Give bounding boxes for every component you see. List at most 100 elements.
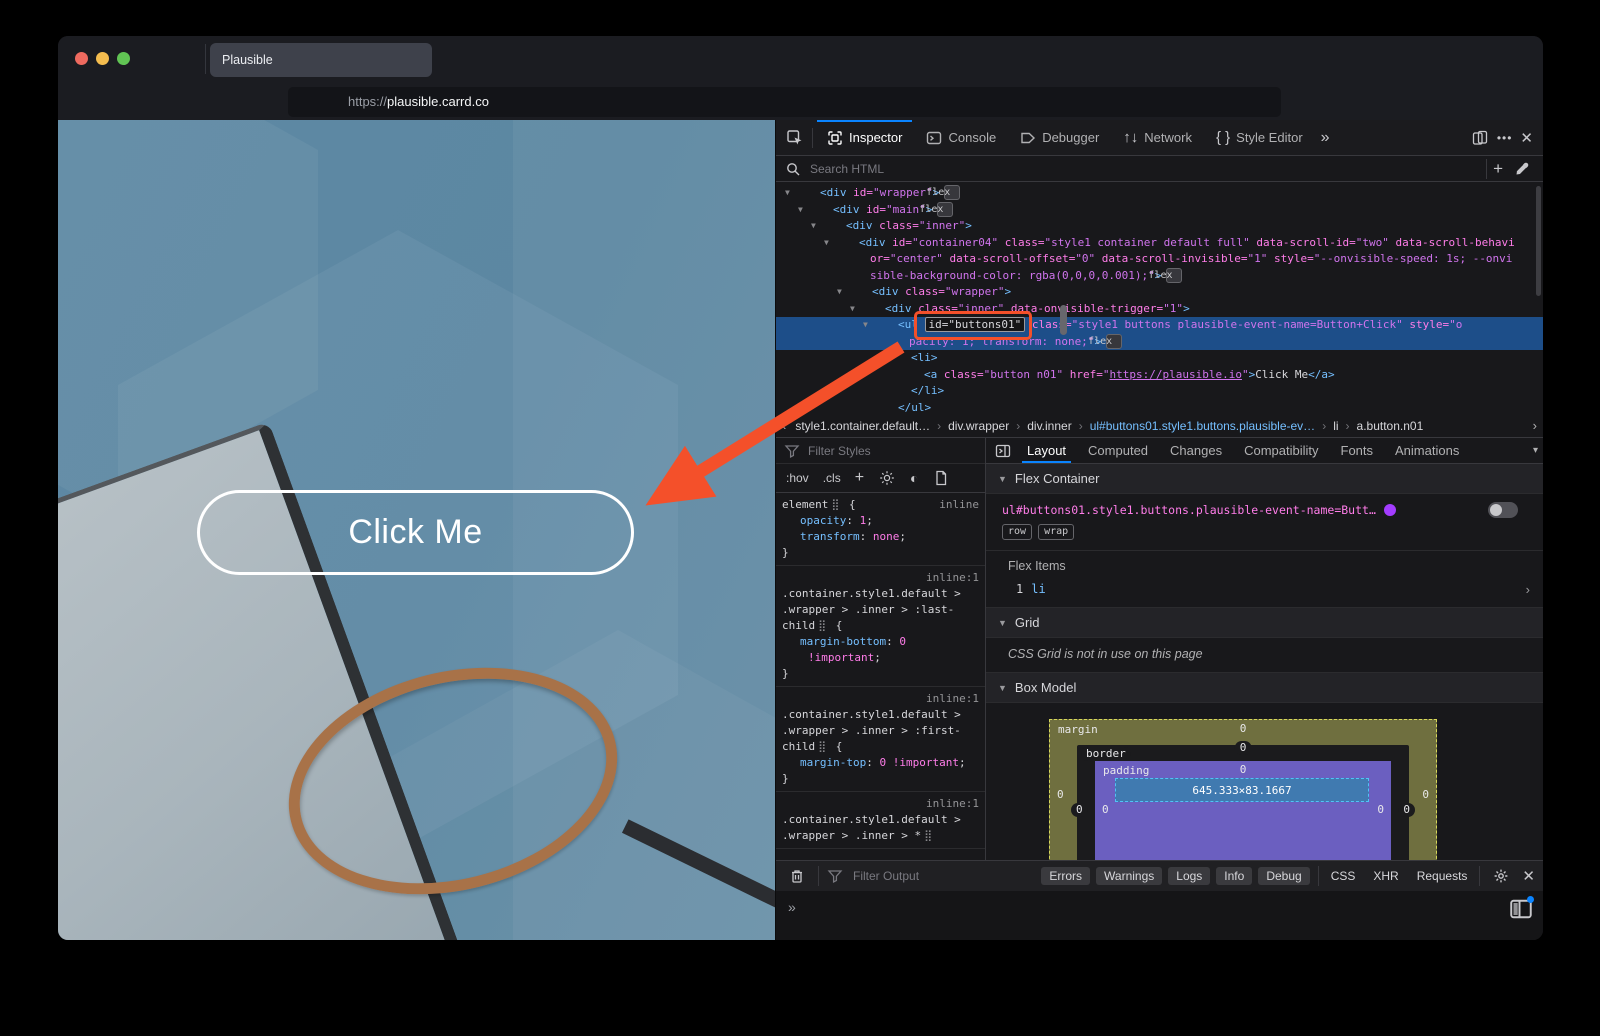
class-toggle[interactable]: .cls: [823, 471, 841, 485]
flex-badge[interactable]: flex: [937, 202, 953, 217]
console-filter-logs[interactable]: Logs: [1168, 867, 1210, 885]
search-html-input[interactable]: [808, 161, 1480, 177]
markup-line[interactable]: ▼<div id="wrapper">flex: [776, 185, 1543, 202]
sidebar-tab-animations[interactable]: Animations: [1384, 438, 1470, 463]
expander-icon[interactable]: ▼: [808, 185, 820, 202]
markup-line[interactable]: ▼<ul id="buttons01" class="style1 button…: [776, 317, 1543, 350]
console-filter-info[interactable]: Info: [1216, 867, 1252, 885]
markup-line[interactable]: ▼<div class="inner">: [776, 218, 1543, 235]
zoom-window-button[interactable]: [117, 52, 130, 65]
flex-highlight-color-swatch[interactable]: [1384, 504, 1396, 516]
rules-scrollbar[interactable]: [1060, 305, 1067, 335]
markup-line[interactable]: </ul>: [776, 400, 1543, 415]
box-model-border[interactable]: border 0 0 0 padding 0 0 0 0: [1077, 745, 1409, 860]
console-input-area[interactable]: »: [776, 891, 1543, 940]
expander-icon[interactable]: ▼: [860, 284, 872, 301]
rule-origin-link[interactable]: inline: [939, 497, 979, 513]
border-left-value[interactable]: 0: [1071, 803, 1088, 817]
box-model-content[interactable]: 645.333×83.1667: [1115, 778, 1369, 802]
breadcrumb-item[interactable]: div.inner: [1027, 419, 1071, 433]
console-filter-css[interactable]: CSS: [1327, 867, 1360, 885]
console-settings-gear-icon[interactable]: [1488, 863, 1514, 889]
box-model-margin[interactable]: margin 0 0 0 border 0 0 0 padding: [1049, 719, 1437, 860]
pseudo-class-toggle[interactable]: :hov: [786, 471, 809, 485]
markup-line[interactable]: ▼<div id="main">flex: [776, 202, 1543, 219]
margin-top-value[interactable]: 0: [1240, 722, 1247, 736]
tab-style-editor[interactable]: { } Style Editor: [1206, 120, 1313, 156]
padding-top-value[interactable]: 0: [1240, 763, 1247, 777]
pick-element-icon[interactable]: [782, 125, 808, 151]
css-declaration[interactable]: transform: none;: [782, 529, 979, 545]
markup-scrollbar[interactable]: [1536, 186, 1541, 296]
expander-icon[interactable]: ▼: [886, 317, 898, 334]
tab-console[interactable]: Console: [916, 120, 1006, 156]
rule-origin-link[interactable]: inline:1: [926, 692, 979, 705]
margin-right-value[interactable]: 0: [1422, 788, 1429, 802]
flex-container-header[interactable]: ▼ Flex Container: [986, 464, 1543, 494]
expander-icon[interactable]: ▼: [834, 218, 846, 235]
minimize-window-button[interactable]: [96, 52, 109, 65]
margin-left-value[interactable]: 0: [1057, 788, 1064, 802]
markup-line[interactable]: ▼<div class="inner" data-onvisible-trigg…: [776, 301, 1543, 318]
url-bar[interactable]: https://plausible.carrd.co: [288, 87, 1281, 117]
rule-origin-link[interactable]: inline:1: [926, 571, 979, 584]
print-sim-icon[interactable]: [933, 465, 949, 491]
expand-sidebar-icon[interactable]: [992, 438, 1014, 464]
console-filter-warnings[interactable]: Warnings: [1096, 867, 1162, 885]
box-model-header[interactable]: ▼ Box Model: [986, 673, 1543, 703]
clear-console-icon[interactable]: [784, 863, 810, 889]
markup-line[interactable]: ▼<div id="container04" class="style1 con…: [776, 235, 1543, 285]
breadcrumb-item[interactable]: a.button.n01: [1357, 419, 1424, 433]
flex-selector[interactable]: ul#buttons01.style1.buttons.plausible-ev…: [1002, 503, 1376, 517]
padding-left-value[interactable]: 0: [1102, 803, 1109, 817]
expander-icon[interactable]: ▼: [899, 350, 911, 367]
close-window-button[interactable]: [75, 52, 88, 65]
tab-debugger[interactable]: Debugger: [1010, 120, 1109, 156]
breadcrumb-scroll-left-icon[interactable]: ‹: [780, 418, 788, 433]
rule-selector[interactable]: element⣿ {: [782, 497, 856, 513]
add-node-icon[interactable]: +: [1493, 159, 1503, 179]
console-filter-errors[interactable]: Errors: [1041, 867, 1090, 885]
eyedropper-icon[interactable]: [1509, 156, 1535, 182]
breadcrumb-item[interactable]: li: [1333, 419, 1338, 433]
markup-line[interactable]: ▼<div class="wrapper">: [776, 284, 1543, 301]
flex-highlighter-toggle[interactable]: [1488, 502, 1518, 518]
console-filter-xhr[interactable]: XHR: [1369, 867, 1402, 885]
rule-selector[interactable]: .container.style1.default > .wrapper > .…: [782, 812, 979, 844]
rule-selector[interactable]: .container.style1.default > .wrapper > .…: [782, 707, 979, 755]
filter-styles-input[interactable]: [806, 443, 977, 459]
breadcrumb-item[interactable]: ul#buttons01.style1.buttons.plausible-ev…: [1090, 419, 1315, 433]
close-console-icon[interactable]: ✕: [1522, 867, 1535, 885]
highlighter-dots-icon[interactable]: ⣿: [818, 619, 826, 632]
breadcrumb-item[interactable]: style1.container.default…: [795, 419, 930, 433]
highlighter-dots-icon[interactable]: ⣿: [818, 740, 826, 753]
flex-item-row[interactable]: 1 li ›: [986, 577, 1543, 601]
light-theme-sim-icon[interactable]: [878, 465, 896, 491]
sidebar-tab-changes[interactable]: Changes: [1159, 438, 1233, 463]
sidebar-tabs-overflow-icon[interactable]: ▾: [1533, 445, 1538, 456]
browser-tab[interactable]: Plausible: [210, 43, 432, 77]
rule-selector[interactable]: .container.style1.default > .wrapper > .…: [782, 586, 979, 634]
expander-icon[interactable]: ▼: [847, 235, 859, 252]
console-filter-requests[interactable]: Requests: [1413, 867, 1472, 885]
devtools-menu-icon[interactable]: •••: [1497, 131, 1513, 145]
expander-icon[interactable]: ▼: [821, 202, 833, 219]
markup-line[interactable]: ▼<li>: [776, 350, 1543, 367]
flex-badge[interactable]: flex: [1166, 268, 1182, 283]
tab-inspector[interactable]: Inspector: [817, 120, 912, 156]
rule-origin-link[interactable]: inline:1: [926, 797, 979, 810]
console-filter-debug[interactable]: Debug: [1258, 867, 1309, 885]
dark-theme-sim-icon[interactable]: ◐: [910, 470, 918, 486]
grid-header[interactable]: ▼ Grid: [986, 608, 1543, 638]
sidebar-tab-computed[interactable]: Computed: [1077, 438, 1159, 463]
close-devtools-icon[interactable]: ✕: [1516, 129, 1537, 147]
tab-network[interactable]: ↑↓ Network: [1113, 120, 1202, 156]
padding-right-value[interactable]: 0: [1377, 803, 1384, 817]
breadcrumb-scroll-right-icon[interactable]: ›: [1531, 418, 1539, 433]
border-right-value[interactable]: 0: [1398, 803, 1415, 817]
add-rule-icon[interactable]: +: [855, 469, 864, 487]
highlighter-dots-icon[interactable]: ⣿: [924, 829, 932, 842]
responsive-design-icon[interactable]: [1467, 125, 1493, 151]
click-me-button[interactable]: Click Me: [197, 490, 634, 575]
markup-line[interactable]: <a class="button n01" href="https://plau…: [776, 367, 1543, 384]
